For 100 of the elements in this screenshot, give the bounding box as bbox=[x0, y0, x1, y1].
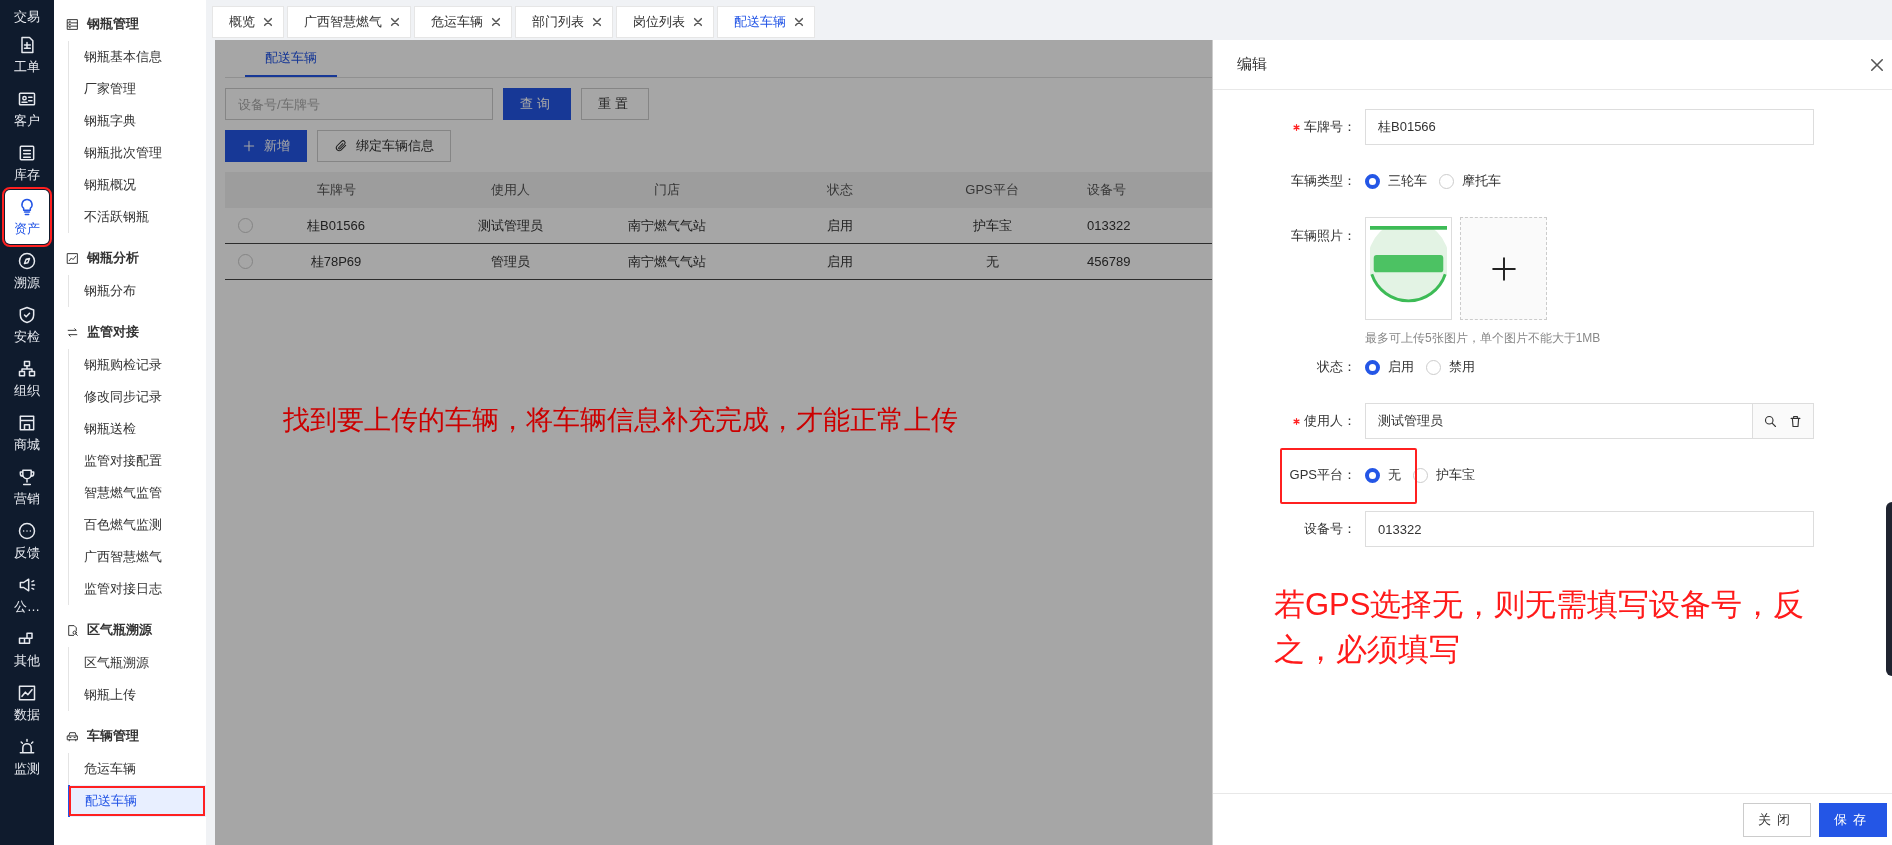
table-cell-text: 桂B01566 bbox=[306, 216, 366, 235]
sidebar-item[interactable]: 钢瓶分布 bbox=[69, 275, 206, 307]
sidebar-item[interactable]: 钢瓶购检记录 bbox=[69, 349, 206, 381]
annotation-text: 若GPS选择无，则无需填写设备号，反之，必须填写 bbox=[1274, 586, 1806, 669]
option-label: 无 bbox=[1388, 466, 1401, 484]
row-radio[interactable] bbox=[237, 218, 253, 233]
row-radio[interactable] bbox=[237, 254, 253, 269]
megaphone-icon bbox=[17, 575, 37, 595]
nav-item[interactable]: 客户 bbox=[5, 82, 49, 136]
field-label: 状态： bbox=[1316, 358, 1356, 376]
sidebar-item[interactable]: 广西智慧燃气 bbox=[69, 541, 206, 573]
nav-item[interactable]: 工单 bbox=[5, 28, 49, 82]
table-cell-text: 护车宝 bbox=[971, 216, 1013, 235]
menu-group-title: 区气瓶溯源 bbox=[87, 621, 152, 639]
column-header: 设备号 bbox=[1086, 181, 1127, 199]
sidebar-item[interactable]: 修改同步记录 bbox=[69, 381, 206, 413]
sidebar-item[interactable]: 钢瓶基本信息 bbox=[69, 41, 206, 73]
tab[interactable]: 配送车辆 bbox=[717, 6, 815, 38]
button[interactable]: 保存 bbox=[1819, 802, 1887, 837]
button[interactable]: 关闭 bbox=[1743, 802, 1811, 837]
car-icon bbox=[66, 729, 79, 743]
tab[interactable]: 危运车辆 bbox=[414, 6, 512, 38]
sidebar-item[interactable]: 钢瓶上传 bbox=[69, 679, 206, 711]
field-label: 使用人： bbox=[1213, 412, 1356, 430]
photo-thumbnail[interactable] bbox=[1365, 217, 1452, 320]
table-cell-text: 启用 bbox=[826, 216, 854, 235]
column-header: 车牌号 bbox=[315, 181, 357, 199]
close-icon bbox=[390, 17, 400, 27]
nav-item[interactable]: 数据 bbox=[5, 676, 49, 730]
shield-icon bbox=[17, 305, 37, 325]
radio-button[interactable] bbox=[1365, 359, 1380, 375]
nav-item[interactable]: 营销 bbox=[5, 460, 49, 514]
table-cell-text: 桂78P69 bbox=[309, 252, 363, 271]
field-buttons[interactable] bbox=[1753, 403, 1814, 439]
input-field[interactable]: 桂B01566 bbox=[1365, 109, 1814, 145]
sidebar-item[interactable]: 危运车辆 bbox=[69, 753, 206, 785]
close-icon bbox=[263, 17, 273, 27]
column-header: 使用人 bbox=[489, 181, 531, 199]
tab[interactable]: 岗位列表 bbox=[616, 6, 714, 38]
id-card-icon bbox=[17, 89, 37, 109]
sidebar-item[interactable]: 钢瓶批次管理 bbox=[69, 137, 206, 169]
scrollbar-thumb[interactable] bbox=[1886, 502, 1892, 676]
sidebar-item[interactable]: 智慧燃气监管 bbox=[69, 477, 206, 509]
nav-item[interactable]: 监测 bbox=[5, 730, 49, 784]
table-cell-text: 013322 bbox=[1086, 218, 1132, 233]
radio-button[interactable] bbox=[1365, 467, 1380, 483]
option-label: 护车宝 bbox=[1436, 466, 1475, 484]
store-icon bbox=[17, 413, 37, 433]
sidebar-item[interactable]: 钢瓶字典 bbox=[69, 105, 206, 137]
button[interactable]: 新增 bbox=[225, 130, 307, 162]
table-cell-text: 南宁燃气气站 bbox=[627, 252, 707, 271]
sidebar-item[interactable]: 百色燃气监测 bbox=[69, 509, 206, 541]
column-header: 门店 bbox=[653, 181, 681, 199]
trophy-icon bbox=[17, 467, 37, 487]
upload-button[interactable] bbox=[1460, 217, 1547, 320]
menu-group-title: 车辆管理 bbox=[87, 727, 139, 745]
option-label: 禁用 bbox=[1449, 358, 1475, 376]
sidebar-item[interactable]: 监管对接日志 bbox=[69, 573, 206, 605]
menu-group-title: 钢瓶分析 bbox=[87, 249, 139, 267]
nav-item[interactable]: 溯源 bbox=[5, 244, 49, 298]
field-label: 车辆类型： bbox=[1290, 172, 1356, 190]
nav-item[interactable]: 其他 bbox=[5, 622, 49, 676]
input-field[interactable]: 013322 bbox=[1365, 511, 1814, 547]
nav-item[interactable]: 公… bbox=[5, 568, 49, 622]
nav-item[interactable]: 商城 bbox=[5, 406, 49, 460]
table-cell-text: 管理员 bbox=[489, 252, 531, 271]
server-icon bbox=[66, 17, 79, 31]
drawer-title: 编辑 bbox=[1237, 55, 1267, 74]
nav-item[interactable]: 组织 bbox=[5, 352, 49, 406]
field-label: 车辆照片： bbox=[1290, 227, 1356, 245]
column-header: GPS平台 bbox=[964, 181, 1020, 199]
sidebar-item[interactable]: 厂家管理 bbox=[69, 73, 206, 105]
tab[interactable]: 部门列表 bbox=[515, 6, 613, 38]
nav-item[interactable]: 反馈 bbox=[5, 514, 49, 568]
tab[interactable]: 广西智慧燃气 bbox=[287, 6, 411, 38]
radio-button[interactable] bbox=[1365, 173, 1380, 189]
sidebar-item[interactable]: 区气瓶溯源 bbox=[69, 647, 206, 679]
table-cell-text: 启用 bbox=[826, 252, 854, 271]
sidebar-item[interactable]: 钢瓶送检 bbox=[69, 413, 206, 445]
input-field[interactable]: 测试管理员 bbox=[1365, 403, 1753, 439]
tab[interactable]: 概览 bbox=[212, 6, 284, 38]
plus-icon bbox=[1490, 255, 1517, 282]
tab[interactable]: 配送车辆 bbox=[245, 40, 337, 77]
field-label: 设备号： bbox=[1303, 520, 1356, 538]
nav-item[interactable]: 资产 bbox=[5, 190, 49, 244]
sidebar-item[interactable]: 配送车辆 bbox=[68, 785, 206, 817]
close-icon[interactable] bbox=[1870, 57, 1884, 72]
button[interactable]: 绑定车辆信息 bbox=[317, 130, 451, 162]
sidebar-item[interactable]: 不活跃钢瓶 bbox=[69, 201, 206, 233]
chart-icon bbox=[17, 683, 37, 703]
menu-group-title: 监管对接 bbox=[87, 323, 139, 341]
nav-item[interactable]: 交易 bbox=[5, 0, 49, 28]
sidebar-item[interactable]: 监管对接配置 bbox=[69, 445, 206, 477]
nav-item[interactable]: 库存 bbox=[5, 136, 49, 190]
button[interactable]: 查询 bbox=[503, 88, 571, 120]
nav-item[interactable]: 安检 bbox=[5, 298, 49, 352]
sidebar-item[interactable]: 钢瓶概况 bbox=[69, 169, 206, 201]
annotation-text: 找到要上传的车辆，将车辆信息补充完成，才能正常上传 bbox=[283, 404, 958, 437]
button[interactable]: 重置 bbox=[581, 88, 649, 120]
option-label: 三轮车 bbox=[1388, 172, 1427, 190]
